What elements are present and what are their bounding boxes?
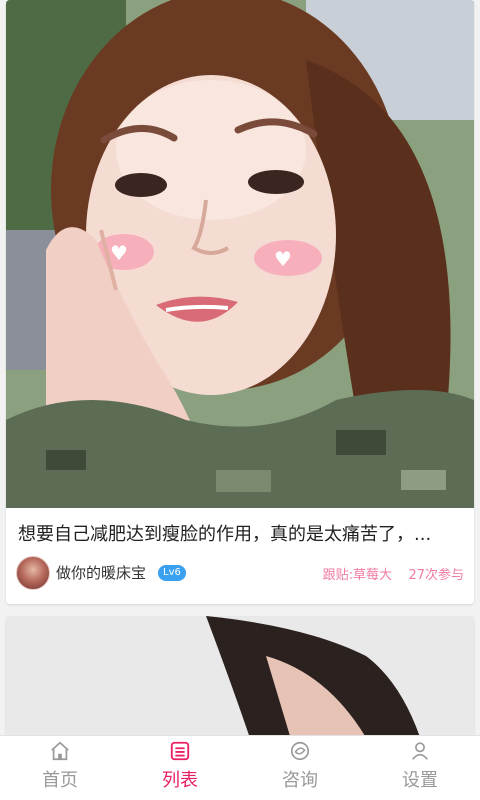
tab-label: 列表 <box>162 770 198 791</box>
tab-label: 咨询 <box>282 770 318 791</box>
post-card[interactable]: ♥ ♥ 想要自己减肥达到瘦脸的作用，真的是太痛苦了，... 做你的暖床宝 Lv6 <box>6 0 474 604</box>
svg-text:♥: ♥ <box>274 247 292 271</box>
post-feed[interactable]: ♥ ♥ 想要自己减肥达到瘦脸的作用，真的是太痛苦了，... 做你的暖床宝 Lv6 <box>0 0 480 736</box>
svg-text:♥: ♥ <box>110 241 128 265</box>
portrait-illustration <box>6 616 474 736</box>
participants-count: 27次参与 <box>408 568 464 583</box>
post-photo[interactable]: ♥ ♥ <box>6 0 474 508</box>
author-name[interactable]: 做你的暖床宝 <box>56 562 146 583</box>
post-photo[interactable] <box>6 616 474 736</box>
author-avatar[interactable] <box>16 556 50 590</box>
home-icon <box>51 741 69 761</box>
post-card[interactable] <box>6 616 474 736</box>
post-title[interactable]: 想要自己减肥达到瘦脸的作用，真的是太痛苦了，... <box>18 522 462 548</box>
portrait-illustration: ♥ ♥ <box>6 0 474 508</box>
tab-list[interactable]: 列表 <box>120 736 240 800</box>
tab-home[interactable]: 首页 <box>0 736 120 800</box>
level-badge: Lv6 <box>158 565 186 581</box>
follow-post-label[interactable]: 跟贴:草莓大 <box>323 564 392 583</box>
profile-icon <box>412 742 428 760</box>
tab-consult[interactable]: 咨询 <box>240 736 360 800</box>
tab-label: 首页 <box>42 770 78 791</box>
bottom-tabbar: 首页 列表 咨询 设置 <box>0 735 480 800</box>
list-icon <box>170 741 190 761</box>
consult-icon <box>290 741 310 761</box>
post-meta: 做你的暖床宝 Lv6 跟贴:草莓大 27次参与 <box>16 556 464 590</box>
tab-label: 设置 <box>402 770 438 791</box>
tab-settings[interactable]: 设置 <box>360 736 480 800</box>
